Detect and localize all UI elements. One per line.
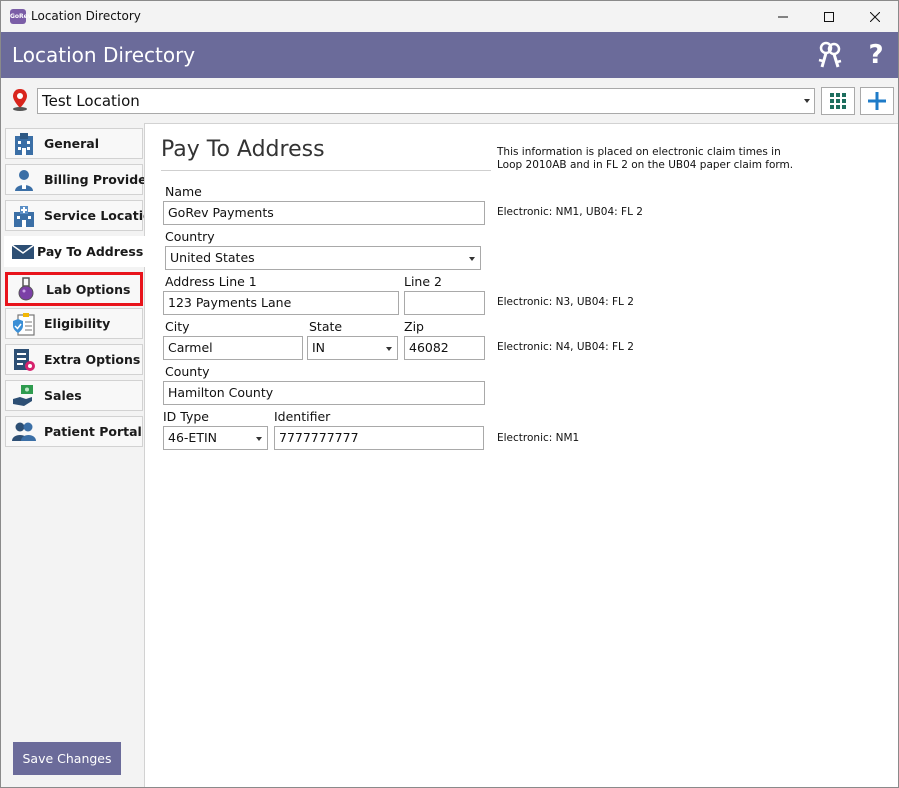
- provider-icon: [12, 168, 36, 192]
- country-label: Country: [165, 229, 215, 244]
- close-button[interactable]: [852, 1, 898, 32]
- sidebar-item-label: General: [44, 136, 99, 151]
- envelope-icon: [11, 240, 35, 264]
- state-select-value: IN: [312, 340, 326, 355]
- sidebar-item-patient-portal[interactable]: Patient Portal: [5, 416, 143, 447]
- pay-to-address-panel: Pay To Address This information is place…: [144, 123, 898, 787]
- section-title: Pay To Address: [161, 137, 325, 162]
- building-icon: [12, 132, 36, 156]
- sidebar-item-service-location[interactable]: Service Location: [5, 200, 160, 231]
- sidebar-item-label: Patient Portal: [44, 424, 142, 439]
- help-icon: ?: [868, 40, 884, 70]
- address-hint: Electronic: N3, UB04: FL 2: [497, 296, 634, 308]
- identifier-label: Identifier: [274, 409, 331, 424]
- sidebar-item-label: Lab Options: [46, 281, 131, 297]
- plus-icon: [868, 92, 886, 110]
- city-input[interactable]: Carmel: [163, 336, 303, 360]
- section-divider: [161, 170, 491, 171]
- sidebar-item-pay-to-address[interactable]: Pay To Address: [4, 236, 145, 267]
- zip-input[interactable]: 46082: [404, 336, 485, 360]
- state-select[interactable]: IN: [307, 336, 398, 360]
- address-line-1-input[interactable]: 123 Payments Lane: [163, 291, 399, 315]
- sidebar-item-label: Sales: [44, 388, 82, 403]
- id-type-label: ID Type: [163, 409, 209, 424]
- chevron-down-icon: [386, 347, 392, 351]
- name-label: Name: [165, 184, 202, 199]
- location-select-value: Test Location: [42, 92, 140, 110]
- keys-icon: [818, 41, 842, 68]
- app-logo-icon: GoRev: [10, 9, 32, 24]
- sidebar-item-eligibility[interactable]: Eligibility: [5, 308, 143, 339]
- sidebar-item-label: Service Location: [44, 208, 161, 223]
- sidebar-item-extra-options[interactable]: Extra Options: [5, 344, 143, 375]
- sidebar-item-label: Extra Options: [44, 352, 141, 367]
- grid-icon: [830, 93, 846, 109]
- minimize-icon: [778, 16, 788, 17]
- app-header: Location Directory ?: [1, 32, 898, 78]
- close-icon: [870, 11, 880, 22]
- chevron-down-icon: [256, 437, 262, 441]
- state-label: State: [309, 319, 343, 334]
- sidebar-item-label: Eligibility: [44, 316, 111, 331]
- city-state-zip-hint: Electronic: N4, UB04: FL 2: [497, 341, 634, 353]
- maximize-icon: [824, 11, 834, 22]
- money-hand-icon: [12, 384, 36, 408]
- identifier-input[interactable]: 7777777777: [274, 426, 484, 450]
- users-icon: [12, 420, 36, 444]
- clipboard-shield-icon: [12, 312, 36, 336]
- address-line-2-input[interactable]: [404, 291, 485, 315]
- add-location-button[interactable]: [860, 87, 894, 115]
- name-input[interactable]: GoRev Payments: [163, 201, 485, 225]
- title-bar: GoRev Location Directory: [1, 1, 898, 32]
- city-label: City: [165, 319, 190, 334]
- sidebar-item-sales[interactable]: Sales: [5, 380, 143, 411]
- county-input[interactable]: Hamilton County: [163, 381, 485, 405]
- address-line-1-label: Address Line 1: [165, 274, 257, 289]
- keys-button[interactable]: [815, 40, 845, 70]
- sidebar-item-label: Pay To Address: [37, 244, 144, 259]
- country-select[interactable]: United States: [165, 246, 481, 270]
- sidebar-item-general[interactable]: General: [5, 128, 143, 159]
- grid-view-button[interactable]: [821, 87, 855, 115]
- id-type-select-value: 46-ETIN: [168, 430, 217, 445]
- maximize-button[interactable]: [806, 1, 852, 32]
- id-type-select[interactable]: 46-ETIN: [163, 426, 268, 450]
- sidebar-item-label: Billing Provider: [44, 172, 153, 187]
- sidebar-item-lab-options[interactable]: Lab Options: [5, 272, 143, 306]
- address-line-2-label: Line 2: [404, 274, 442, 289]
- identifier-hint: Electronic: NM1: [497, 432, 580, 444]
- location-select[interactable]: Test Location: [37, 88, 815, 114]
- sidebar: General Billing Provider Service Locatio…: [1, 123, 160, 787]
- minimize-button[interactable]: [760, 1, 806, 32]
- app-window: GoRev Location Directory Location Direct…: [0, 0, 899, 788]
- help-button[interactable]: ?: [861, 40, 891, 70]
- info-note: This information is placed on electronic…: [497, 146, 794, 171]
- flask-icon: [14, 277, 38, 301]
- zip-label: Zip: [404, 319, 424, 334]
- location-pin-icon: [13, 89, 27, 111]
- chevron-down-icon: [469, 257, 475, 261]
- name-hint: Electronic: NM1, UB04: FL 2: [497, 206, 643, 218]
- hospital-icon: [12, 204, 36, 228]
- window-title: Location Directory: [31, 9, 141, 23]
- document-gear-icon: [12, 348, 36, 372]
- county-label: County: [165, 364, 210, 379]
- save-changes-button[interactable]: Save Changes: [13, 742, 121, 775]
- sidebar-item-billing-provider[interactable]: Billing Provider: [5, 164, 153, 195]
- chevron-down-icon: [804, 99, 810, 103]
- country-select-value: United States: [170, 250, 255, 265]
- page-title: Location Directory: [12, 43, 196, 67]
